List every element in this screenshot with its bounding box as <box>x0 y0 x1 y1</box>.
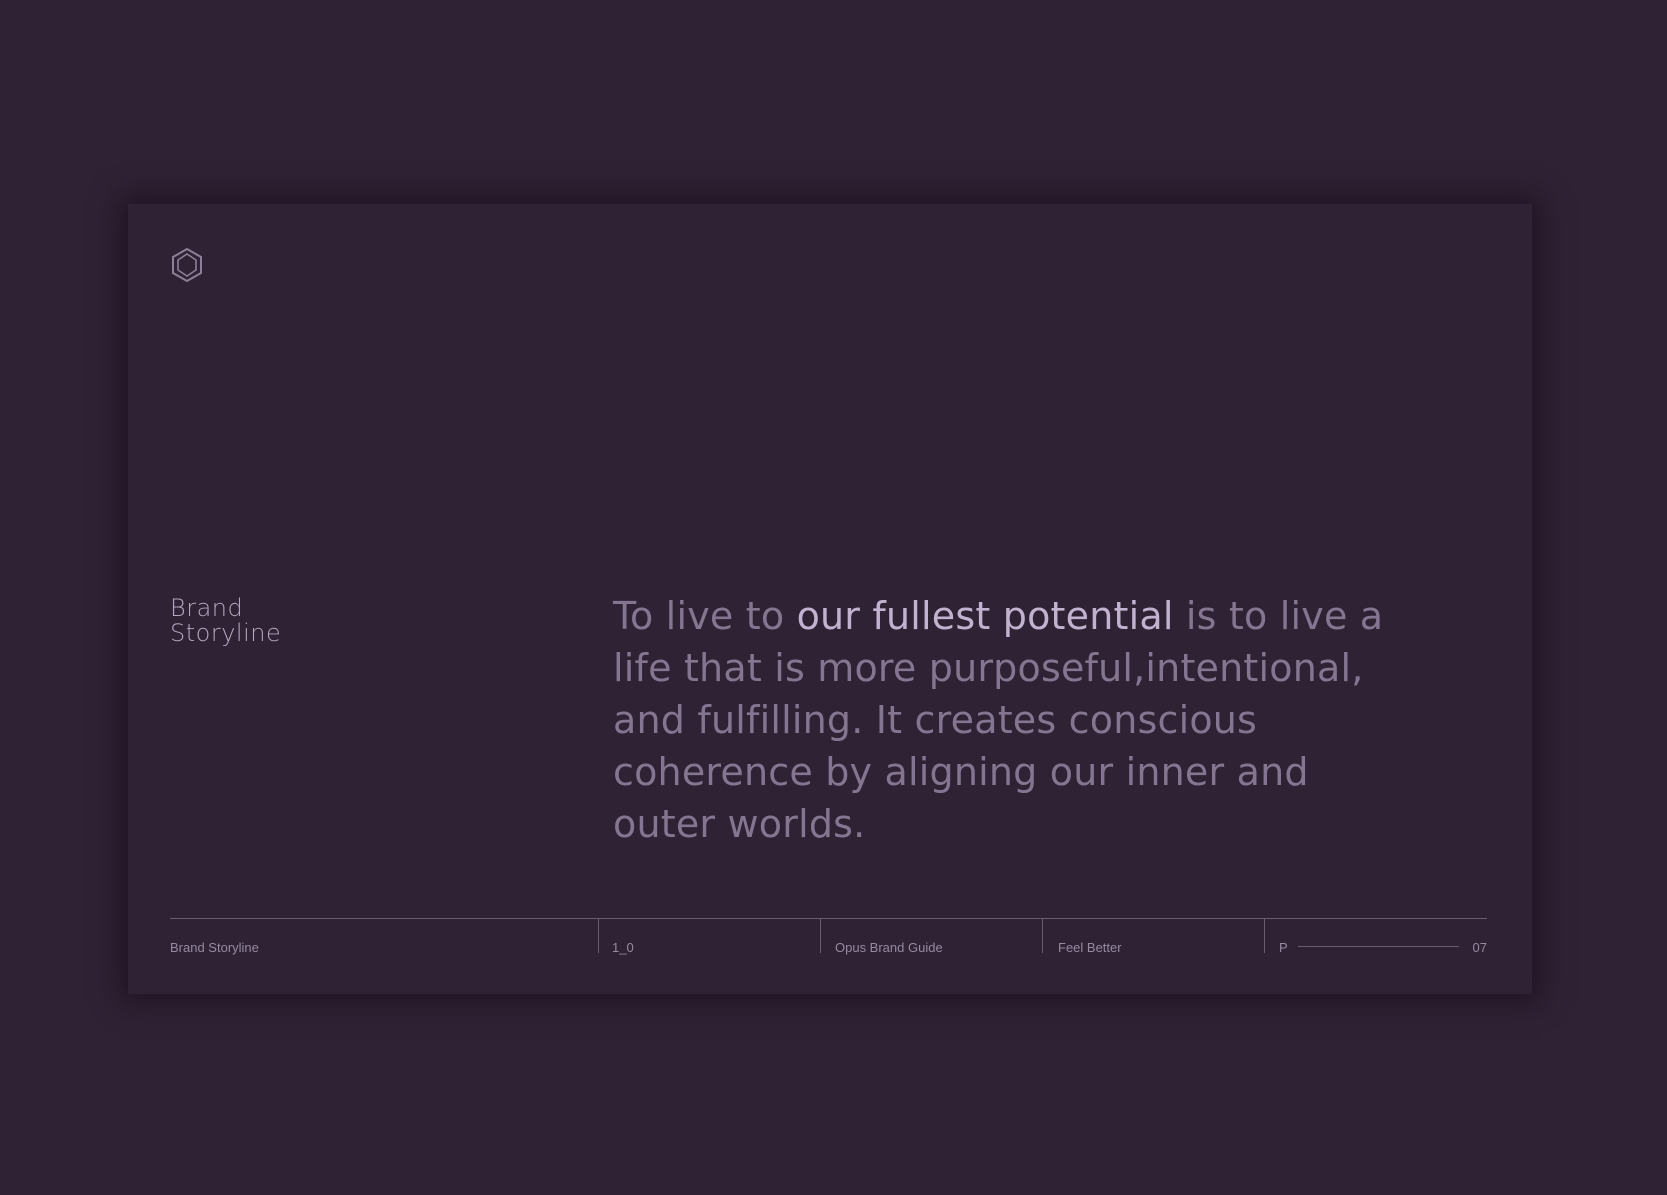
footer-version-label: 1_0 <box>612 940 634 955</box>
footer-page-rule <box>1298 946 1459 947</box>
footer-document-label: Opus Brand Guide <box>835 940 943 955</box>
footer-tagline-label: Feel Better <box>1058 940 1122 955</box>
footer-page-prefix: P <box>1279 940 1288 955</box>
hexagon-logo-icon <box>172 248 202 282</box>
section-title-line-1: Brand <box>170 594 244 622</box>
footer-tagline-cell: Feel Better <box>1043 919 1264 955</box>
footer-page-cell: P 07 <box>1265 919 1487 955</box>
brand-statement: To live to our fullest potential is to l… <box>613 590 1393 850</box>
footer-page-number: 07 <box>1472 940 1487 955</box>
page-footer: Brand Storyline 1_0 Opus Brand Guide Fee… <box>170 918 1487 959</box>
section-title-line-2: Storyline <box>170 619 282 647</box>
statement-lead: To live to <box>613 594 797 638</box>
section-title: Brand Storyline <box>170 596 281 646</box>
statement-highlight: our fullest potential <box>796 594 1174 638</box>
brand-guide-page: Brand Storyline To live to our fullest p… <box>128 204 1532 994</box>
footer-section-label: Brand Storyline <box>170 940 259 955</box>
footer-version-cell: 1_0 <box>599 919 820 955</box>
footer-document-cell: Opus Brand Guide <box>821 919 1042 955</box>
footer-section-cell: Brand Storyline <box>170 919 598 955</box>
